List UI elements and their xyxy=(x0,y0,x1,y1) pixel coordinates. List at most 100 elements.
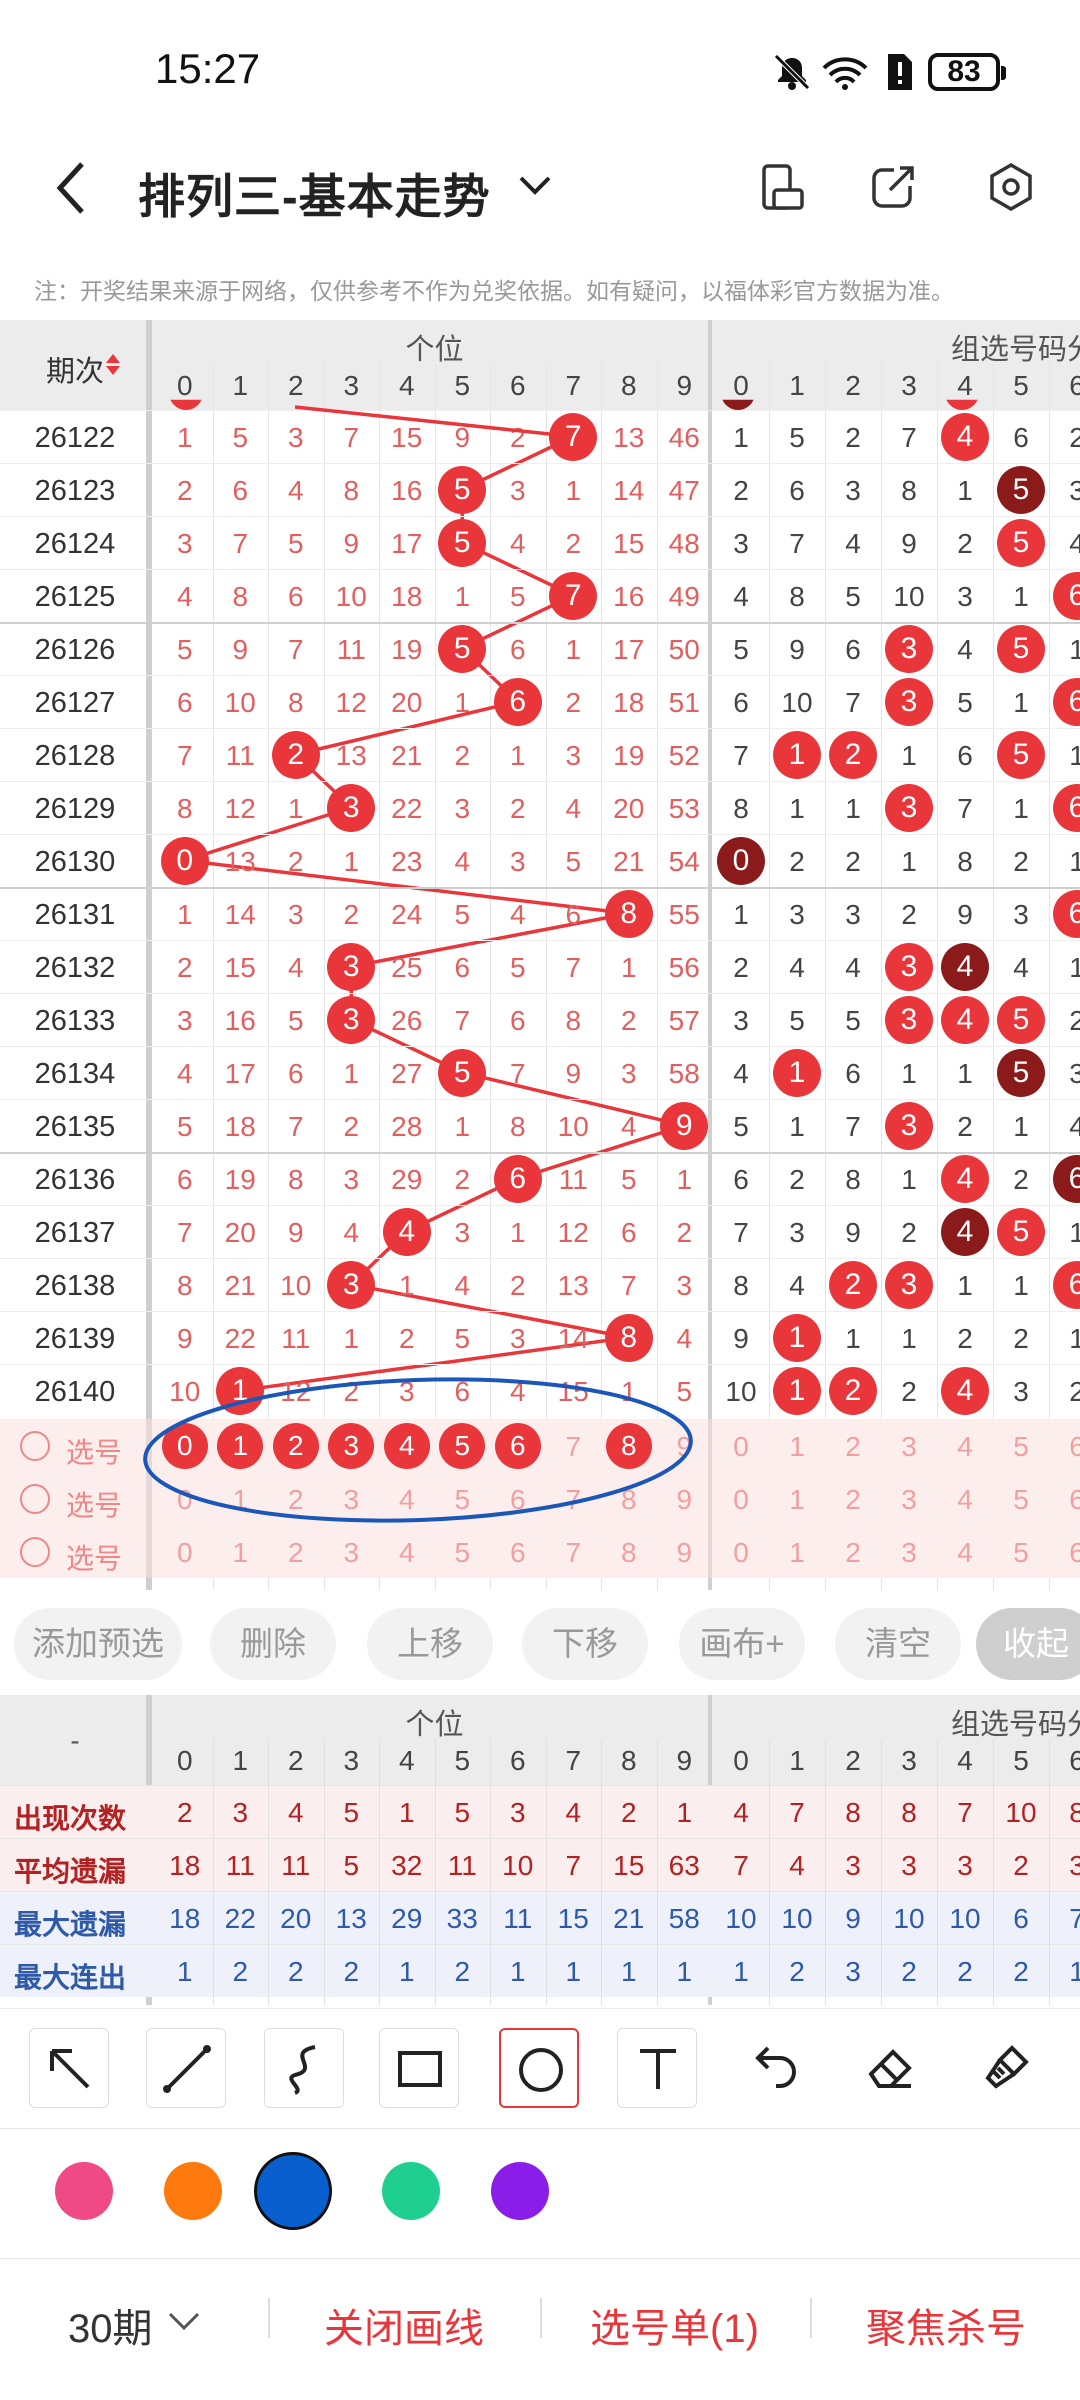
group-value: 5 xyxy=(845,1005,861,1036)
curve-tool-button[interactable] xyxy=(264,2028,344,2108)
select-digit[interactable]: 7 xyxy=(546,1484,602,1516)
toolbar-button[interactable]: 上移 xyxy=(367,1608,493,1680)
select-digit[interactable]: 6 xyxy=(490,1537,546,1569)
select-radio[interactable] xyxy=(20,1537,50,1567)
color-swatch[interactable] xyxy=(491,2162,549,2220)
eraser-button[interactable] xyxy=(851,2028,931,2108)
select-digit[interactable]: 4 xyxy=(379,1484,435,1516)
close-draw-button[interactable]: 关闭画线 xyxy=(324,2296,484,2354)
select-digit[interactable]: 8 xyxy=(601,1484,657,1516)
row-line xyxy=(0,1205,1080,1206)
digit-header: 6 xyxy=(509,370,526,401)
select-group-digit[interactable]: 0 xyxy=(713,1431,769,1463)
select-digit[interactable]: 9 xyxy=(657,1431,713,1463)
select-radio[interactable] xyxy=(20,1431,50,1461)
selected-digit[interactable]: 5 xyxy=(439,1423,486,1469)
select-group-digit[interactable]: 4 xyxy=(937,1431,993,1463)
rectangle-tool-button[interactable] xyxy=(379,2028,459,2108)
select-group-digit[interactable]: 3 xyxy=(881,1484,937,1516)
color-swatch[interactable] xyxy=(254,2152,332,2230)
select-group-digit[interactable]: 6 xyxy=(1049,1431,1080,1463)
select-digit[interactable]: 0 xyxy=(157,1537,213,1569)
arrow-tool-button[interactable] xyxy=(29,2028,109,2108)
select-group-digit[interactable]: 2 xyxy=(825,1537,881,1569)
select-label[interactable]: 选号 xyxy=(66,1431,122,1471)
select-digit[interactable]: 6 xyxy=(490,1484,546,1516)
select-group-digit[interactable]: 2 xyxy=(825,1484,881,1516)
select-group-digit[interactable]: 1 xyxy=(769,1431,825,1463)
select-group-digit[interactable]: 0 xyxy=(713,1484,769,1516)
miss-count: 6 xyxy=(287,581,304,612)
select-label[interactable]: 选号 xyxy=(66,1537,122,1577)
collapse-button[interactable]: 收起 xyxy=(976,1608,1080,1680)
select-group-digit[interactable]: 4 xyxy=(937,1484,993,1516)
select-digit[interactable]: 9 xyxy=(657,1484,713,1516)
selected-digit[interactable]: 8 xyxy=(605,1423,652,1469)
share-icon[interactable] xyxy=(868,162,918,212)
toolbar-button[interactable]: 删除 xyxy=(210,1608,336,1680)
color-swatch[interactable] xyxy=(164,2162,222,2220)
select-digit[interactable]: 4 xyxy=(379,1537,435,1569)
line-tool-button[interactable] xyxy=(146,2028,226,2108)
select-digit[interactable]: 3 xyxy=(324,1537,380,1569)
sort-icon[interactable] xyxy=(106,354,120,363)
select-group-digit[interactable]: 3 xyxy=(881,1537,937,1569)
select-group-digit[interactable]: 2 xyxy=(825,1431,881,1463)
selected-digit[interactable]: 6 xyxy=(494,1423,541,1469)
color-swatch[interactable] xyxy=(382,2162,440,2220)
select-digit[interactable]: 0 xyxy=(157,1484,213,1516)
select-group-digit[interactable]: 5 xyxy=(993,1431,1049,1463)
selection-list-button[interactable]: 选号单(1) xyxy=(590,2296,759,2354)
circle-tool-button[interactable] xyxy=(499,2028,579,2108)
selected-digit[interactable]: 0 xyxy=(161,1423,208,1469)
select-group-digit[interactable]: 5 xyxy=(993,1537,1049,1569)
select-digit[interactable]: 3 xyxy=(324,1484,380,1516)
selected-digit[interactable]: 4 xyxy=(383,1423,430,1469)
select-digit[interactable]: 5 xyxy=(435,1484,491,1516)
select-group-digit[interactable]: 4 xyxy=(937,1537,993,1569)
focus-kill-button[interactable]: 聚焦杀号 xyxy=(866,2296,1026,2354)
selected-digit[interactable]: 1 xyxy=(217,1423,264,1469)
select-group-digit[interactable]: 3 xyxy=(881,1431,937,1463)
chevron-down-icon[interactable] xyxy=(166,2310,202,2334)
select-digit[interactable]: 1 xyxy=(213,1537,269,1569)
toolbar-button[interactable]: 添加预选 xyxy=(14,1608,182,1680)
select-digit[interactable]: 8 xyxy=(601,1537,657,1569)
select-digit[interactable]: 7 xyxy=(546,1537,602,1569)
selected-digit[interactable]: 3 xyxy=(328,1423,375,1469)
period-selector[interactable]: 30期 xyxy=(68,2296,153,2354)
select-digit[interactable]: 9 xyxy=(657,1537,713,1569)
page-title[interactable]: 排列三-基本走势 xyxy=(138,158,491,227)
select-label[interactable]: 选号 xyxy=(66,1484,122,1524)
settings-icon[interactable] xyxy=(986,162,1036,212)
text-tool-button[interactable] xyxy=(617,2028,697,2108)
select-digit[interactable]: 7 xyxy=(546,1431,602,1463)
group-header: 0 xyxy=(733,1745,749,1776)
sort-icon[interactable] xyxy=(106,366,120,375)
select-group-digit[interactable]: 5 xyxy=(993,1484,1049,1516)
select-group-digit[interactable]: 1 xyxy=(769,1537,825,1569)
select-radio[interactable] xyxy=(20,1484,50,1514)
back-icon[interactable] xyxy=(52,160,92,216)
select-digit[interactable]: 2 xyxy=(268,1484,324,1516)
toolbar-button[interactable]: 画布+ xyxy=(679,1608,805,1680)
rotate-screen-icon[interactable] xyxy=(760,162,806,212)
select-digit[interactable]: 1 xyxy=(213,1484,269,1516)
toolbar-button[interactable]: 下移 xyxy=(522,1608,648,1680)
period-header-label[interactable]: 期次 xyxy=(0,348,150,390)
select-digit[interactable]: 2 xyxy=(268,1537,324,1569)
color-swatch[interactable] xyxy=(55,2162,113,2220)
select-group-digit[interactable]: 1 xyxy=(769,1484,825,1516)
select-group-digit[interactable]: 0 xyxy=(713,1537,769,1569)
select-group-digit[interactable]: 6 xyxy=(1049,1537,1080,1569)
toolbar-button[interactable]: 清空 xyxy=(835,1608,961,1680)
section-group-header: 组选号码分布 xyxy=(950,1709,1080,1741)
period-cell: 26131 xyxy=(34,899,116,931)
selected-digit[interactable]: 2 xyxy=(272,1423,319,1469)
undo-button[interactable] xyxy=(734,2028,814,2108)
clear-brush-button[interactable] xyxy=(968,2028,1048,2108)
chevron-down-icon[interactable] xyxy=(515,170,555,200)
select-digit[interactable]: 5 xyxy=(435,1537,491,1569)
group-hit-ball: 4 xyxy=(941,1208,989,1256)
select-group-digit[interactable]: 6 xyxy=(1049,1484,1080,1516)
